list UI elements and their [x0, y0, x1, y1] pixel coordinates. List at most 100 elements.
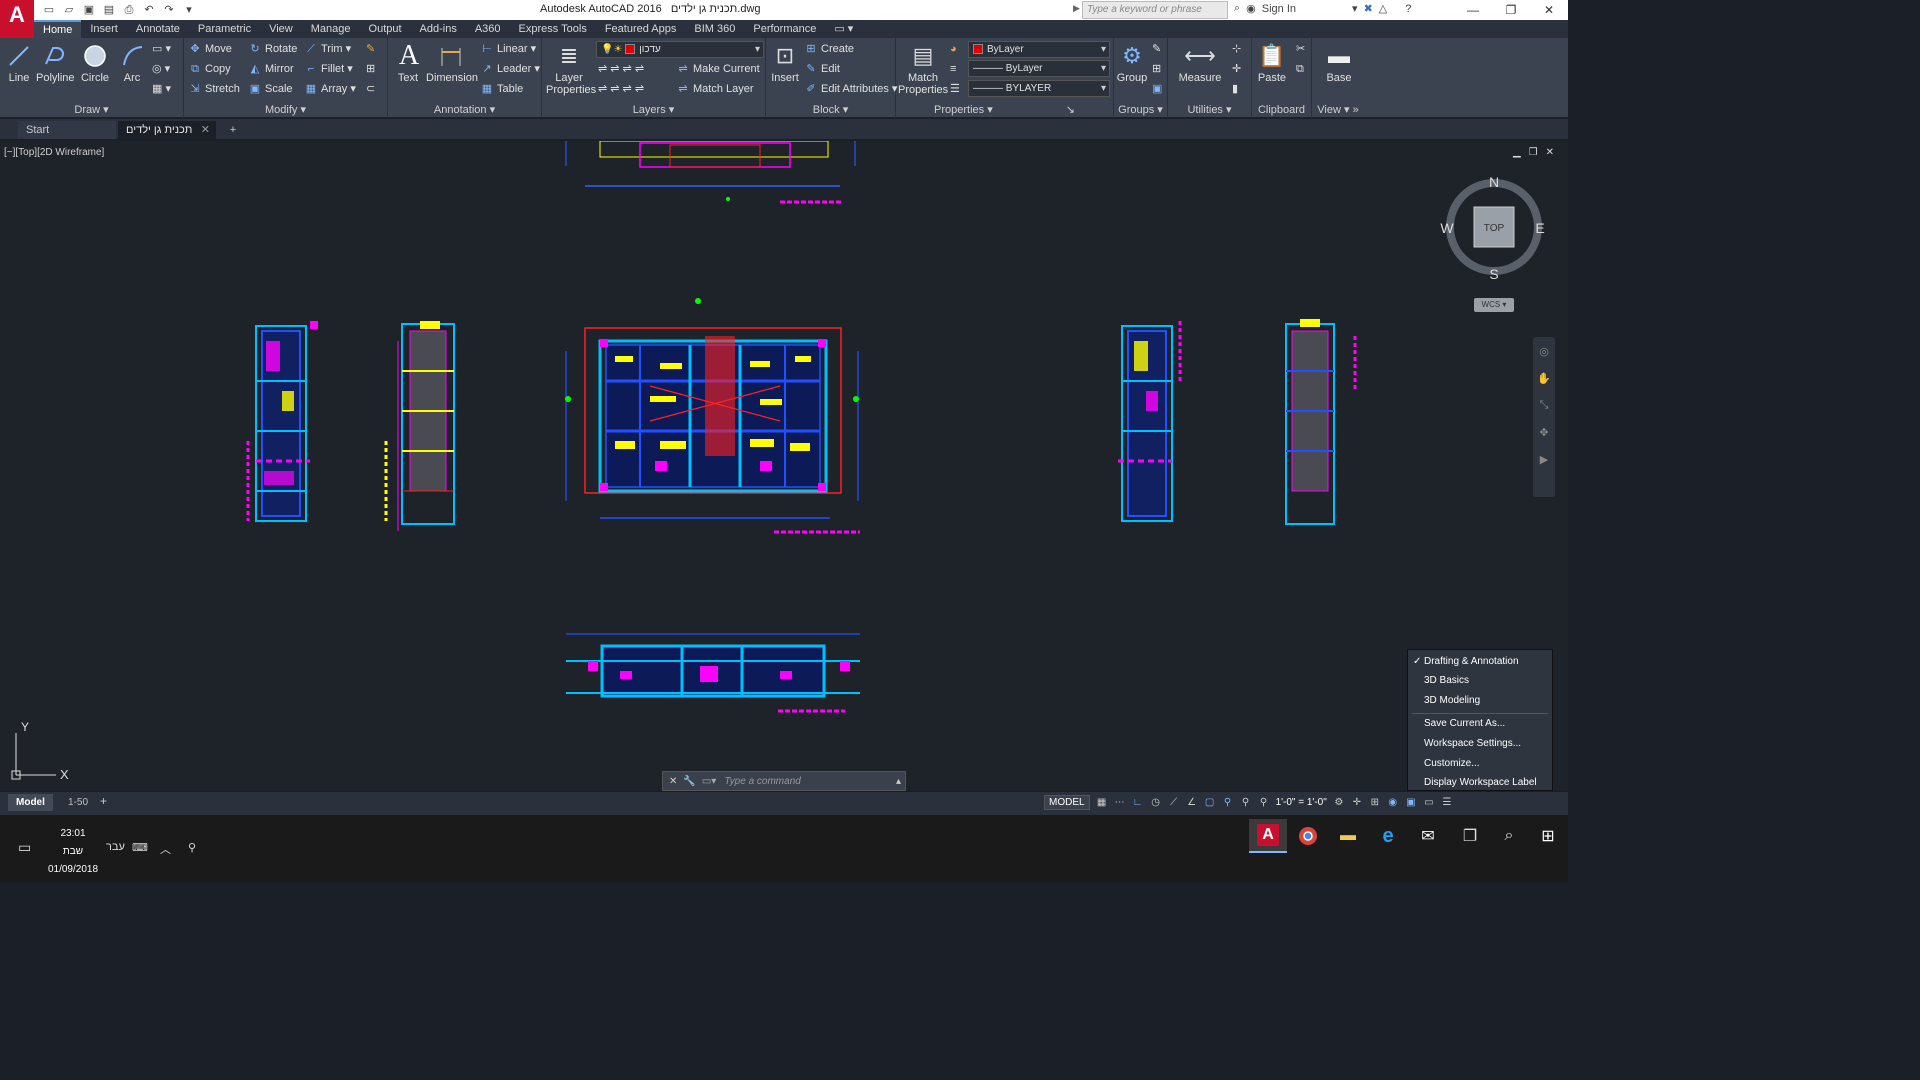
workspace-item-drafting[interactable]: Drafting & Annotation [1424, 656, 1519, 667]
keyboard-icon[interactable]: ⌨ [132, 841, 148, 854]
language-indicator[interactable]: עבר [106, 841, 125, 853]
save-icon[interactable]: ▣ [80, 2, 98, 18]
annotation-panel-title[interactable]: Annotation ▾ [388, 103, 541, 116]
add-layout-button[interactable]: + [100, 794, 107, 808]
compass-west[interactable]: W [1440, 220, 1454, 236]
clock[interactable]: 23:01 שבת 01/09/2018 [46, 825, 100, 879]
tab-start[interactable]: Start [18, 121, 116, 139]
workspace-settings-item[interactable]: Workspace Settings... [1424, 738, 1521, 749]
ortho-icon[interactable]: ∟ [1132, 796, 1144, 810]
wcs-menu[interactable]: WCS ▾ [1474, 298, 1514, 312]
base-button[interactable]: ▬ Base [1322, 42, 1356, 84]
id-point-icon[interactable]: ▮ [1232, 80, 1238, 98]
color-wheel-icon[interactable]: ◕ [950, 40, 957, 58]
steering-wheel-icon[interactable]: ◎ [1533, 345, 1555, 358]
autocad-taskbar-icon[interactable]: A [1249, 819, 1287, 853]
match-properties-button[interactable]: ▤ Match Properties [898, 42, 948, 96]
tab-performance[interactable]: Performance [744, 20, 825, 38]
rotate-button[interactable]: ↻ Rotate [248, 40, 297, 58]
workspace-gear-icon[interactable]: ⚙ [1333, 796, 1345, 810]
customization-icon[interactable]: ☰ [1441, 796, 1453, 810]
print-icon[interactable]: ⎙ [120, 2, 138, 18]
customize-command-icon[interactable]: 🔧 [683, 776, 695, 787]
layout-tab-sheet[interactable]: 1-50 [60, 794, 96, 811]
edit-attributes-button[interactable]: ✐ Edit Attributes ▾ [804, 80, 897, 98]
text-button[interactable]: A Text [394, 40, 422, 84]
hardware-acceleration-icon[interactable]: ▣ [1405, 796, 1417, 810]
erase-icon[interactable]: ✎ [366, 40, 375, 58]
annotation-scale-icon[interactable]: ⚲ [1258, 796, 1270, 810]
layer-properties-button[interactable]: ≣ Layer Properties [546, 42, 596, 96]
color-dropdown[interactable]: ByLayer [968, 41, 1110, 58]
insert-button[interactable]: ⊡ Insert [770, 42, 800, 84]
layout-tab-model[interactable]: Model [8, 794, 53, 811]
tab-a360[interactable]: A360 [466, 20, 510, 38]
model-space-button[interactable]: MODEL [1044, 795, 1090, 810]
customize-qat-icon[interactable]: ▾ [180, 2, 198, 18]
tab-drawing[interactable]: תכנית גן ילדים ✕ [118, 121, 216, 139]
command-prompt-icon[interactable]: ▭▾ [702, 776, 716, 787]
grid-icon[interactable]: ▦ [1096, 796, 1108, 810]
minimize-icon[interactable]: — [1454, 0, 1492, 20]
group-button[interactable]: ⚙ Group [1116, 42, 1148, 84]
clean-screen-icon[interactable]: ▭ [1423, 796, 1435, 810]
workspace-item-3d-basics[interactable]: 3D Basics [1424, 675, 1469, 686]
cad-drawing[interactable] [0, 141, 1568, 791]
object-snap-icon[interactable]: ▢ [1204, 796, 1216, 810]
people-icon[interactable]: ⚲ [188, 841, 196, 854]
leader-button[interactable]: ↗ Leader ▾ [480, 60, 539, 78]
annotation-visibility-icon[interactable]: ⚲ [1222, 796, 1234, 810]
trim-button[interactable]: ⟋ Trim ▾ [304, 40, 351, 58]
group-edit-icon[interactable]: ⊞ [1152, 60, 1161, 78]
workspace-item-3d-modeling[interactable]: 3D Modeling [1424, 695, 1480, 706]
compass-east[interactable]: E [1535, 220, 1544, 236]
orbit-icon[interactable]: ✥ [1533, 426, 1555, 439]
tab-insert[interactable]: Insert [81, 20, 127, 38]
layer-tools-row-1[interactable]: ⇌ ⇌ ⇌ ⇌ [598, 60, 644, 78]
tab-annotate[interactable]: Annotate [127, 20, 189, 38]
tab-output[interactable]: Output [360, 20, 411, 38]
open-file-icon[interactable]: ▱ [60, 2, 78, 18]
edge-taskbar-icon[interactable]: e [1369, 819, 1407, 853]
make-current-button[interactable]: ⇌ Make Current [676, 60, 759, 78]
close-command-icon[interactable]: ✕ [669, 776, 677, 787]
task-view-icon[interactable]: ❐ [1451, 819, 1489, 853]
explode-icon[interactable]: ⊞ [366, 60, 375, 78]
fillet-button[interactable]: ⌐ Fillet ▾ [304, 60, 353, 78]
close-icon[interactable]: ✕ [1530, 0, 1568, 20]
lineweight-dropdown[interactable]: ——— BYLAYER [968, 80, 1110, 97]
viewcube[interactable]: TOP N S E W [1440, 171, 1550, 281]
isolate-objects-icon[interactable]: ◉ [1387, 796, 1399, 810]
layers-panel-title[interactable]: Layers ▾ [542, 103, 765, 116]
point-icon[interactable]: ✛ [1232, 60, 1241, 78]
groups-panel-title[interactable]: Groups ▾ [1114, 103, 1167, 116]
draw-panel-title[interactable]: Draw ▾ [0, 103, 183, 116]
expand-arrow-icon[interactable]: ▶ [1073, 3, 1080, 14]
a360-icon[interactable]: △ [1379, 2, 1387, 15]
paste-button[interactable]: 📋 Paste [1256, 42, 1288, 84]
ribbon-toggle-icon[interactable]: ▭ ▾ [825, 20, 862, 38]
binoculars-icon[interactable]: ⌕ [1234, 2, 1240, 15]
isodraft-icon[interactable]: ⟋ [1168, 796, 1180, 810]
circle-button[interactable]: Circle [80, 42, 110, 84]
scale-button[interactable]: ▣ Scale [248, 80, 293, 98]
line-button[interactable]: Line [4, 42, 34, 84]
command-input[interactable]: Type a command [724, 776, 801, 787]
drawing-viewport[interactable]: [−][Top][2D Wireframe] ▁ ❐ ✕ TOP N S E W… [0, 141, 1568, 791]
cut-icon[interactable]: ✂ [1296, 40, 1305, 58]
boundary-icon[interactable]: ▦ ▾ [152, 80, 171, 98]
restore-icon[interactable]: ❐ [1492, 0, 1530, 20]
user-icon[interactable]: ◉ [1246, 2, 1256, 15]
tab-add-ins[interactable]: Add-ins [411, 20, 466, 38]
modify-panel-title[interactable]: Modify ▾ [184, 103, 387, 116]
edit-block-button[interactable]: ✎ Edit [804, 60, 840, 78]
object-snap-tracking-icon[interactable]: ∠ [1186, 796, 1198, 810]
view-panel-title[interactable]: View ▾ » [1312, 103, 1364, 116]
auto-scale-icon[interactable]: ⚲ [1240, 796, 1252, 810]
snap-icon[interactable]: ⋯ [1114, 796, 1126, 810]
match-layer-button[interactable]: ⇌ Match Layer [676, 80, 753, 98]
arc-button[interactable]: Arc [118, 42, 146, 84]
linetype-icon[interactable]: ≡ [950, 60, 956, 78]
move-button[interactable]: ✥ Move [188, 40, 232, 58]
table-button[interactable]: ▦ Table [480, 80, 524, 98]
